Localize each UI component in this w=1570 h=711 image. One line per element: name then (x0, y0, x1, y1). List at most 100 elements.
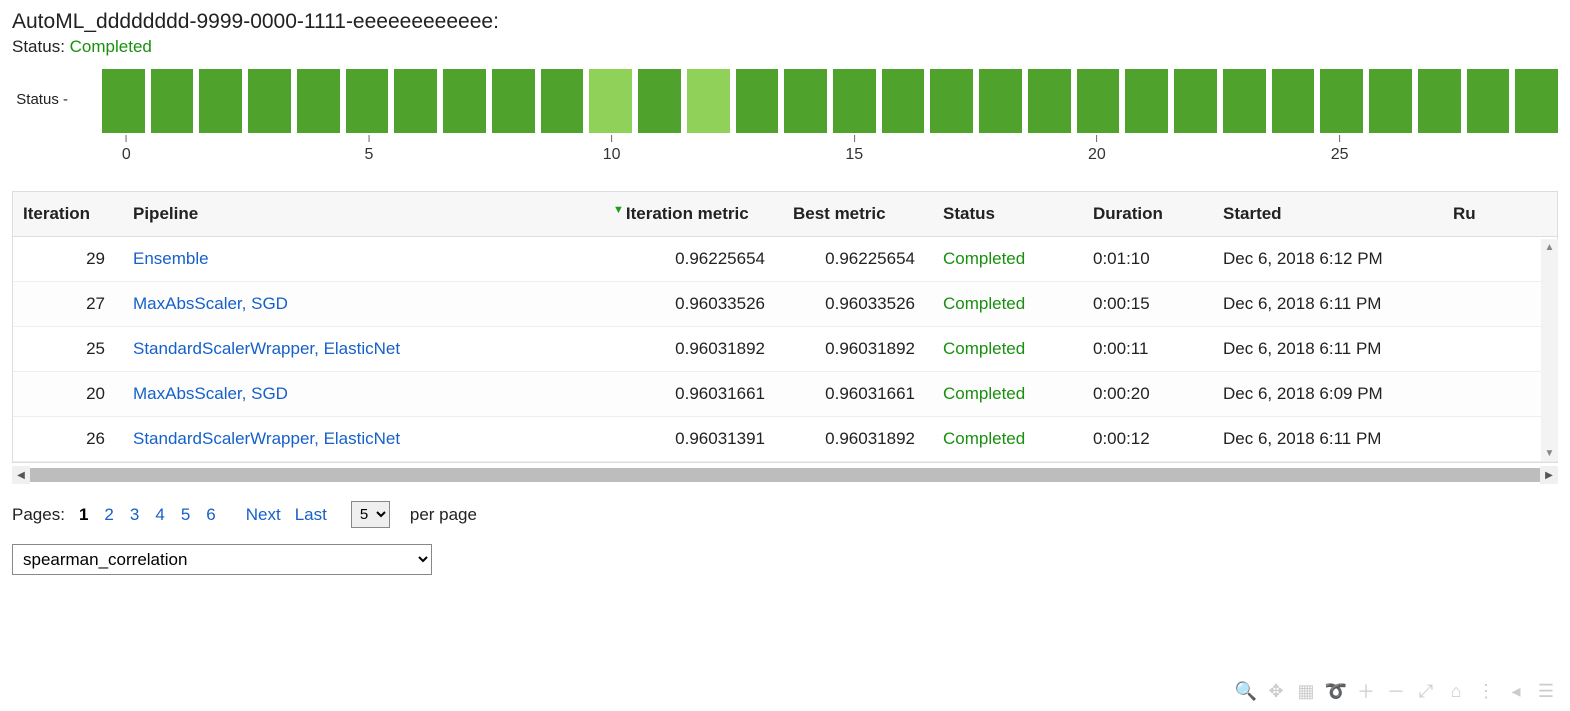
hover-compare-icon[interactable]: ☰ (1536, 681, 1556, 701)
cell-duration: 0:00:15 (1083, 282, 1213, 327)
status-bar[interactable] (151, 69, 194, 133)
col-best-metric[interactable]: Best metric (783, 192, 933, 237)
page-link[interactable]: 5 (181, 505, 190, 524)
status-bar[interactable] (199, 69, 242, 133)
table-row: 26StandardScalerWrapper, ElasticNet0.960… (13, 417, 1557, 462)
status-bar[interactable] (1418, 69, 1461, 133)
table-row: 27MaxAbsScaler, SGD0.960335260.96033526C… (13, 282, 1557, 327)
cell-run (1443, 237, 1557, 282)
col-iteration[interactable]: Iteration (13, 192, 123, 237)
cell-iteration: 29 (13, 237, 123, 282)
spike-icon[interactable]: ⋮ (1476, 681, 1496, 701)
pipeline-link[interactable]: StandardScalerWrapper, ElasticNet (133, 429, 400, 448)
x-tick: 20 (1088, 135, 1106, 164)
pan-icon[interactable]: ✥ (1266, 681, 1286, 701)
cell-iteration: 27 (13, 282, 123, 327)
status-bar[interactable] (1125, 69, 1168, 133)
hover-closest-icon[interactable]: ◂ (1506, 681, 1526, 701)
status-bar[interactable] (1320, 69, 1363, 133)
page-link[interactable]: 2 (104, 505, 113, 524)
horizontal-scrollbar[interactable]: ◀ ▶ (12, 465, 1558, 485)
cell-iteration-metric: 0.96225654 (603, 237, 783, 282)
scroll-right-icon[interactable]: ▶ (1540, 466, 1558, 484)
zoom-out-icon[interactable]: － (1386, 681, 1406, 701)
col-duration[interactable]: Duration (1083, 192, 1213, 237)
status-bar[interactable] (1515, 69, 1558, 133)
status-bar[interactable] (297, 69, 340, 133)
status-bar[interactable] (1467, 69, 1510, 133)
scroll-left-icon[interactable]: ◀ (12, 466, 30, 484)
chart-y-label: Status - (12, 69, 72, 108)
page-link[interactable]: 6 (206, 505, 215, 524)
scroll-track[interactable] (30, 468, 1540, 482)
col-run[interactable]: Ru (1443, 192, 1557, 237)
status-bar[interactable] (1077, 69, 1120, 133)
zoom-icon[interactable]: 🔍 (1236, 681, 1256, 701)
status-bar[interactable] (589, 69, 632, 133)
status-bar[interactable] (492, 69, 535, 133)
cell-best-metric: 0.96031892 (783, 327, 933, 372)
status-bar[interactable] (248, 69, 291, 133)
col-pipeline[interactable]: Pipeline (123, 192, 603, 237)
reset-icon[interactable]: ⌂ (1446, 681, 1466, 701)
cell-status: Completed (943, 384, 1025, 403)
status-bar[interactable] (443, 69, 486, 133)
status-bar[interactable] (1369, 69, 1412, 133)
box-select-icon[interactable]: ▦ (1296, 681, 1316, 701)
cell-status: Completed (943, 339, 1025, 358)
status-bar[interactable] (102, 69, 145, 133)
status-bar[interactable] (930, 69, 973, 133)
page-link[interactable]: 4 (155, 505, 164, 524)
status-bar[interactable] (1272, 69, 1315, 133)
page-next[interactable]: Next (246, 505, 281, 525)
status-value: Completed (70, 37, 152, 56)
status-line: Status: Completed (12, 37, 1558, 57)
status-bar[interactable] (687, 69, 730, 133)
page-last[interactable]: Last (295, 505, 327, 525)
autoscale-icon[interactable]: ⤢ (1416, 681, 1436, 701)
per-page-select[interactable]: 5 (351, 501, 390, 528)
col-started[interactable]: Started (1213, 192, 1443, 237)
lasso-icon[interactable]: ➰ (1326, 681, 1346, 701)
x-tick: 15 (845, 135, 863, 164)
cell-duration: 0:00:11 (1083, 327, 1213, 372)
status-bar[interactable] (1223, 69, 1266, 133)
cell-best-metric: 0.96225654 (783, 237, 933, 282)
status-bar[interactable] (882, 69, 925, 133)
cell-status: Completed (943, 294, 1025, 313)
status-label: Status: (12, 37, 65, 56)
status-bar[interactable] (736, 69, 779, 133)
pipeline-link[interactable]: MaxAbsScaler, SGD (133, 384, 288, 403)
zoom-in-icon[interactable]: ＋ (1356, 681, 1376, 701)
cell-started: Dec 6, 2018 6:11 PM (1213, 417, 1443, 462)
col-status[interactable]: Status (933, 192, 1083, 237)
cell-iteration-metric: 0.96031892 (603, 327, 783, 372)
scroll-up-icon[interactable]: ▲ (1541, 239, 1558, 255)
x-tick: 0 (122, 135, 131, 164)
status-bar[interactable] (784, 69, 827, 133)
status-bar[interactable] (394, 69, 437, 133)
page-link[interactable]: 3 (130, 505, 139, 524)
pipeline-link[interactable]: Ensemble (133, 249, 209, 268)
status-bar[interactable] (1174, 69, 1217, 133)
metric-select[interactable]: spearman_correlation (12, 544, 432, 575)
status-bar[interactable] (1028, 69, 1071, 133)
status-chart[interactable]: Status - 0510152025 (12, 69, 1558, 169)
status-bar[interactable] (833, 69, 876, 133)
status-bar[interactable] (541, 69, 584, 133)
cell-started: Dec 6, 2018 6:11 PM (1213, 327, 1443, 372)
status-bar[interactable] (346, 69, 389, 133)
pagination: Pages: 123456 Next Last 5 per page (12, 501, 1558, 528)
scroll-down-icon[interactable]: ▼ (1541, 445, 1558, 461)
status-bar[interactable] (979, 69, 1022, 133)
cell-started: Dec 6, 2018 6:11 PM (1213, 282, 1443, 327)
cell-iteration: 25 (13, 327, 123, 372)
pipeline-link[interactable]: StandardScalerWrapper, ElasticNet (133, 339, 400, 358)
pipeline-link[interactable]: MaxAbsScaler, SGD (133, 294, 288, 313)
cell-started: Dec 6, 2018 6:09 PM (1213, 372, 1443, 417)
col-iteration-metric[interactable]: ▼Iteration metric (603, 192, 783, 237)
status-bar[interactable] (638, 69, 681, 133)
x-tick: 10 (603, 135, 621, 164)
vertical-scrollbar[interactable]: ▲ ▼ (1541, 239, 1558, 461)
cell-duration: 0:00:20 (1083, 372, 1213, 417)
